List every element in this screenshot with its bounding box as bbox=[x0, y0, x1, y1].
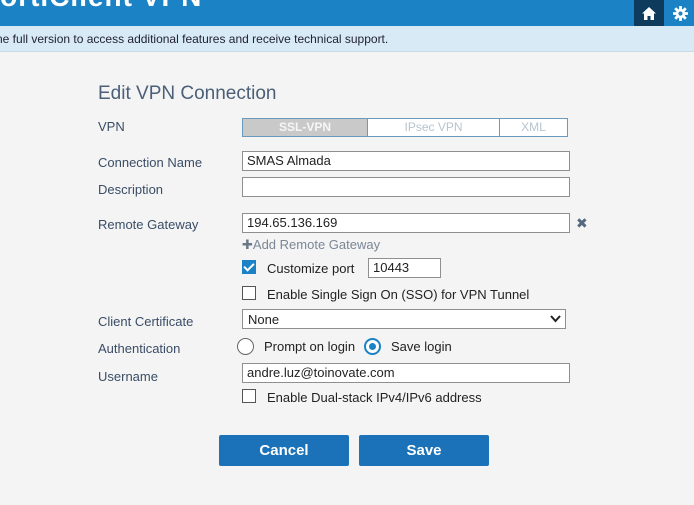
vpn-type-ipsec[interactable]: IPsec VPN bbox=[367, 119, 499, 136]
gear-icon bbox=[672, 5, 688, 21]
plus-icon: ✚ bbox=[242, 237, 253, 252]
chevron-down-icon bbox=[550, 315, 561, 323]
description-field[interactable] bbox=[242, 177, 570, 197]
connection-name-field[interactable]: SMAS Almada bbox=[242, 151, 570, 171]
remote-gateway-label: Remote Gateway bbox=[98, 217, 199, 232]
sso-label: Enable Single Sign On (SSO) for VPN Tunn… bbox=[267, 287, 530, 302]
cancel-button[interactable]: Cancel bbox=[219, 435, 349, 466]
vpn-type-xml[interactable]: XML bbox=[499, 119, 567, 136]
dual-stack-checkbox[interactable] bbox=[242, 389, 256, 403]
save-login-label: Save login bbox=[391, 339, 452, 354]
home-button[interactable] bbox=[634, 0, 664, 26]
top-bar: FortiClient VPN bbox=[0, 0, 694, 26]
client-certificate-label: Client Certificate bbox=[98, 314, 194, 329]
upgrade-notice: ne full version to access additional fea… bbox=[0, 26, 694, 52]
add-remote-gateway-link[interactable]: ✚Add Remote Gateway bbox=[242, 237, 380, 253]
client-certificate-select[interactable]: None bbox=[242, 309, 566, 329]
app-title: FortiClient VPN bbox=[0, 0, 202, 13]
customize-port-checkbox[interactable] bbox=[242, 260, 256, 274]
notice-text: ne full version to access additional fea… bbox=[0, 32, 389, 46]
settings-button[interactable] bbox=[665, 0, 694, 26]
username-label: Username bbox=[98, 369, 158, 384]
connection-name-label: Connection Name bbox=[98, 155, 203, 170]
prompt-on-login-radio[interactable] bbox=[237, 338, 254, 355]
sso-checkbox[interactable] bbox=[242, 286, 256, 300]
vpn-type-ssl[interactable]: SSL-VPN bbox=[243, 119, 367, 136]
home-icon bbox=[642, 6, 656, 20]
description-label: Description bbox=[98, 182, 164, 197]
save-login-radio[interactable] bbox=[364, 338, 381, 355]
prompt-on-login-label: Prompt on login bbox=[264, 339, 356, 354]
dual-stack-label: Enable Dual-stack IPv4/IPv6 address bbox=[267, 390, 482, 405]
add-remote-gateway-label: Add Remote Gateway bbox=[252, 237, 381, 252]
vpn-type-selector: SSL-VPN IPsec VPN XML bbox=[242, 118, 568, 137]
authentication-label: Authentication bbox=[98, 341, 181, 356]
port-field[interactable]: 10443 bbox=[368, 258, 441, 278]
client-certificate-value: None bbox=[248, 312, 280, 327]
save-button[interactable]: Save bbox=[359, 435, 489, 466]
username-field[interactable]: andre.luz@toinovate.com bbox=[242, 363, 570, 383]
vpn-label: VPN bbox=[98, 119, 125, 134]
remote-gateway-field[interactable]: 194.65.136.169 bbox=[242, 213, 570, 233]
remove-gateway-icon[interactable]: ✖ bbox=[576, 215, 588, 232]
page-title: Edit VPN Connection bbox=[98, 83, 277, 104]
customize-port-label: Customize port bbox=[267, 261, 355, 276]
